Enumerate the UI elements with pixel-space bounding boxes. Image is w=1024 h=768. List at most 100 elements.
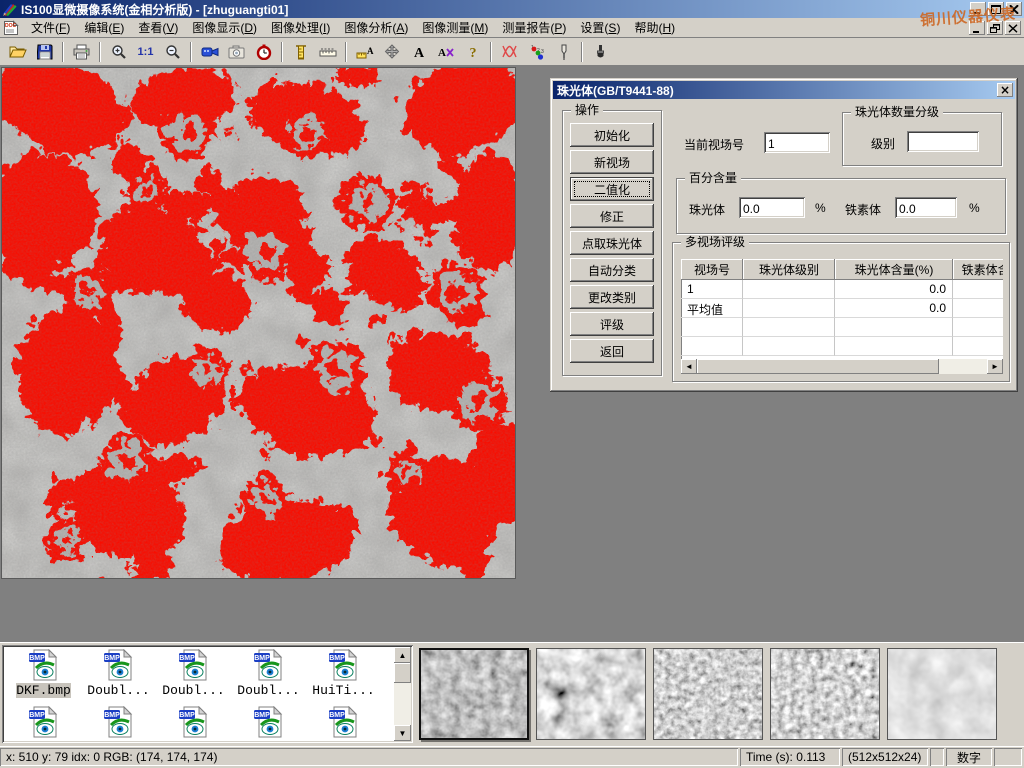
file-item-partial[interactable]: BMP: [81, 706, 156, 738]
minimize-button[interactable]: [970, 2, 986, 16]
brush-icon[interactable]: [588, 40, 613, 64]
child-restore-button[interactable]: [987, 21, 1003, 35]
file-item[interactable]: BMPDoubl...: [81, 649, 156, 698]
operations-group-label: 操作: [571, 103, 603, 117]
maximize-button[interactable]: [988, 2, 1004, 16]
capture-icon[interactable]: [224, 40, 249, 64]
menu-a[interactable]: 图像分析(A): [337, 17, 415, 38]
scroll-up-button[interactable]: ▲: [394, 647, 411, 663]
op-button-点取珠光体[interactable]: 点取珠光体: [570, 231, 654, 255]
text-delete-icon[interactable]: A: [433, 40, 458, 64]
table-hscrollbar[interactable]: ◄ ►: [681, 359, 1003, 374]
video-camera-icon[interactable]: [197, 40, 222, 64]
save-icon[interactable]: [32, 40, 57, 64]
application-window: IS100显微摄像系统(金相分析版) - [zhuguangti01] DOC …: [0, 0, 1024, 768]
specimen-thumbnail[interactable]: [887, 648, 997, 740]
toolbar-separator: [190, 42, 192, 62]
close-button[interactable]: [1006, 2, 1022, 16]
svg-text:A: A: [367, 46, 374, 56]
document-icon[interactable]: DOC: [3, 20, 20, 36]
percent-group: 百分含量 珠光体 % 铁素体 %: [676, 178, 1006, 234]
current-field-input[interactable]: [764, 132, 830, 153]
toolbar-separator: [62, 42, 64, 62]
time-status: Time (s): 0.113: [740, 748, 840, 766]
menu-v[interactable]: 查看(V): [131, 17, 185, 38]
file-item[interactable]: BMPDoubl...: [231, 649, 306, 698]
table-cell: [743, 280, 835, 299]
open-icon[interactable]: [5, 40, 30, 64]
operations-buttons: 初始化新视场二值化修正点取珠光体自动分类更改类别评级返回: [570, 123, 654, 366]
file-item-partial[interactable]: BMP: [306, 706, 381, 738]
table-cell: [953, 337, 1003, 356]
scroll-left-button[interactable]: ◄: [681, 359, 697, 374]
actual-size-icon[interactable]: 1:1: [133, 40, 158, 64]
specimen-thumbnail[interactable]: [770, 648, 880, 740]
print-icon[interactable]: [69, 40, 94, 64]
timer-icon[interactable]: [251, 40, 276, 64]
file-item[interactable]: BMPHuiTi...: [306, 649, 381, 698]
dialog-title-bar[interactable]: 珠光体(GB/T9441-88) ×: [553, 81, 1015, 99]
file-item-partial[interactable]: BMP: [156, 706, 231, 738]
op-button-二值化[interactable]: 二值化: [570, 177, 654, 201]
zoom-out-icon[interactable]: [160, 40, 185, 64]
specimen-thumbnail[interactable]: [653, 648, 763, 740]
op-button-返回[interactable]: 返回: [570, 339, 654, 363]
menu-i[interactable]: 图像处理(I): [264, 17, 337, 38]
table-cell: [681, 318, 743, 337]
op-button-更改类别[interactable]: 更改类别: [570, 285, 654, 309]
menu-f[interactable]: 文件(F): [24, 17, 77, 38]
file-item-partial[interactable]: BMP: [231, 706, 306, 738]
multi-field-group-label: 多视场评级: [681, 235, 749, 249]
points-icon[interactable]: 123: [524, 40, 549, 64]
level-input[interactable]: [907, 131, 979, 152]
zoom-in-icon[interactable]: [106, 40, 131, 64]
menu-e[interactable]: 编辑(E): [77, 17, 131, 38]
specimen-thumbnail[interactable]: [419, 648, 529, 740]
pearlite-percent-input[interactable]: [739, 197, 805, 218]
op-button-评级[interactable]: 评级: [570, 312, 654, 336]
file-list[interactable]: BMPDKF.bmpBMPDoubl...BMPDoubl...BMPDoubl…: [2, 645, 413, 743]
op-button-自动分类[interactable]: 自动分类: [570, 258, 654, 282]
menu-d[interactable]: 图像显示(D): [185, 17, 264, 38]
caliper-icon[interactable]: [288, 40, 313, 64]
op-button-新视场[interactable]: 新视场: [570, 150, 654, 174]
file-item[interactable]: BMPDKF.bmp: [6, 649, 81, 698]
svg-text:A: A: [438, 47, 446, 59]
vscroll-thumb[interactable]: [394, 663, 411, 683]
specimen-thumbnail[interactable]: [536, 648, 646, 740]
file-item[interactable]: BMPDoubl...: [156, 649, 231, 698]
menu-p[interactable]: 测量报告(P): [495, 17, 573, 38]
dialog-close-button[interactable]: ×: [997, 83, 1013, 97]
ruler-icon[interactable]: [315, 40, 340, 64]
curve-icon[interactable]: [497, 40, 522, 64]
window-title: IS100显微摄像系统(金相分析版) - [zhuguangti01]: [21, 1, 288, 18]
scroll-right-button[interactable]: ►: [987, 359, 1003, 374]
table-row: 平均值0.0: [681, 299, 1003, 318]
help-icon[interactable]: ?: [460, 40, 485, 64]
child-minimize-button[interactable]: [969, 21, 985, 35]
measure-text-icon[interactable]: A: [352, 40, 377, 64]
table-cell: [835, 337, 953, 356]
menu-h[interactable]: 帮助(H): [627, 17, 682, 38]
text-icon[interactable]: A: [406, 40, 431, 64]
file-item-partial[interactable]: BMP: [6, 706, 81, 738]
menu-s[interactable]: 设置(S): [573, 17, 627, 38]
pearlite-label: 珠光体: [689, 201, 725, 218]
hscroll-thumb[interactable]: [697, 359, 939, 374]
child-close-button[interactable]: [1005, 21, 1021, 35]
metallograph-image[interactable]: [2, 68, 515, 578]
scroll-down-button[interactable]: ▼: [394, 725, 411, 741]
toolbar: 1:1AAA?123: [0, 38, 1024, 66]
rating-table-body: 视场号珠光体级别珠光体含量(%)铁素体含量(%)10.0平均值0.0: [681, 259, 1003, 356]
pen-icon[interactable]: [551, 40, 576, 64]
op-button-修正[interactable]: 修正: [570, 204, 654, 228]
table-cell: [953, 318, 1003, 337]
op-button-初始化[interactable]: 初始化: [570, 123, 654, 147]
level-label: 级别: [871, 135, 895, 152]
menu-m[interactable]: 图像测量(M): [415, 17, 495, 38]
ferrite-percent-input[interactable]: [895, 197, 957, 218]
file-vscrollbar[interactable]: ▲ ▼: [394, 647, 411, 741]
file-name: Doubl...: [237, 683, 299, 698]
move-icon[interactable]: [379, 40, 404, 64]
rating-table[interactable]: 视场号珠光体级别珠光体含量(%)铁素体含量(%)10.0平均值0.0: [681, 259, 1003, 359]
